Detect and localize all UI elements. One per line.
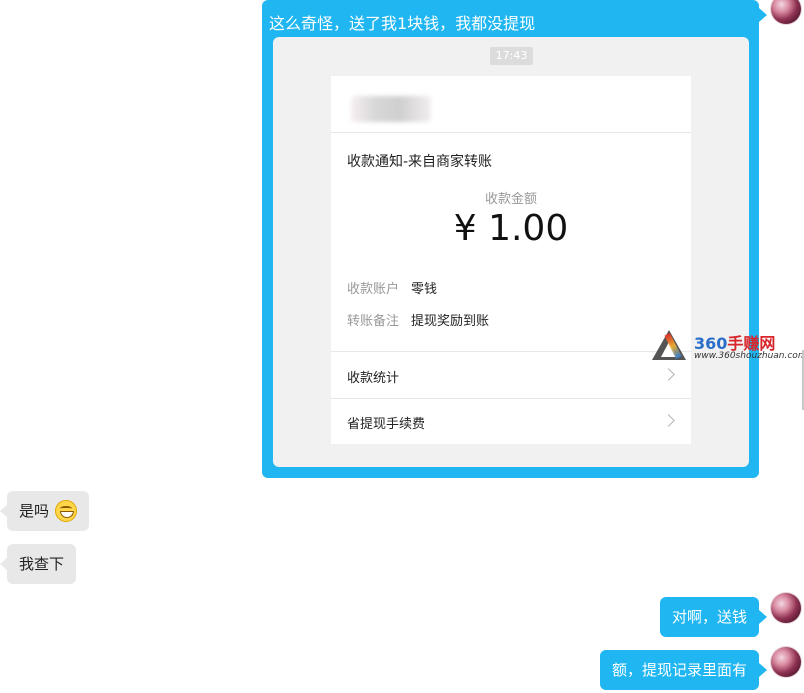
divider: [331, 351, 691, 352]
bubble-tail: [759, 610, 767, 624]
bubble-tail: [759, 8, 767, 22]
blurred-merchant-logo: [351, 96, 431, 122]
chevron-right-icon: [662, 368, 675, 381]
watermark-logo: 360手赚网 www.360shouzhuan.com: [652, 330, 804, 364]
save-fee-link[interactable]: 省提现手续费: [331, 399, 691, 443]
shared-screenshot[interactable]: 17:43 收款通知-来自商家转账 收款金额 ¥ 1.00 收款账户 零钱 转账…: [273, 37, 749, 467]
outgoing-message-bubble[interactable]: 对啊，送钱: [659, 597, 759, 637]
remark-value: 提现奖励到账: [411, 314, 490, 329]
message-text: 额，提现记录里面有: [611, 661, 747, 679]
message-text: 我查下: [19, 555, 65, 573]
user-avatar[interactable]: [771, 647, 801, 677]
card-header: [331, 76, 691, 133]
message-text: 对啊，送钱: [671, 608, 747, 626]
grinning-emoji-icon: [55, 499, 78, 522]
message-text: 这么奇怪，送了我1块钱，我都没提现: [269, 14, 536, 33]
link-label: 省提现手续费: [347, 417, 426, 432]
chevron-right-icon: [662, 414, 675, 427]
user-avatar[interactable]: [771, 593, 801, 623]
message-text: 是吗: [19, 502, 50, 520]
incoming-message-bubble[interactable]: 我查下: [7, 544, 77, 584]
payment-stats-link[interactable]: 收款统计: [331, 353, 691, 397]
user-avatar[interactable]: [771, 0, 801, 24]
timestamp: 17:43: [490, 47, 533, 65]
card-title: 收款通知-来自商家转账: [347, 154, 493, 170]
incoming-message-bubble[interactable]: 是吗: [7, 491, 90, 531]
remark-label: 转账备注: [347, 314, 400, 329]
account-value: 零钱: [411, 282, 438, 297]
link-label: 收款统计: [347, 371, 400, 386]
amount-value: ¥ 1.00: [453, 208, 569, 249]
outgoing-message-bubble[interactable]: 额，提现记录里面有: [599, 650, 759, 690]
amount-label: 收款金额: [484, 192, 537, 207]
account-label: 收款账户: [347, 282, 400, 297]
payment-notification-card: 收款通知-来自商家转账 收款金额 ¥ 1.00 收款账户 零钱 转账备注 提现奖…: [331, 76, 691, 444]
watermark-url: www.360shouzhuan.com: [694, 351, 804, 361]
outgoing-message-bubble[interactable]: 这么奇怪，送了我1块钱，我都没提现 17:43 收款通知-来自商家转账 收款金额…: [262, 0, 759, 478]
bubble-tail: [759, 663, 767, 677]
